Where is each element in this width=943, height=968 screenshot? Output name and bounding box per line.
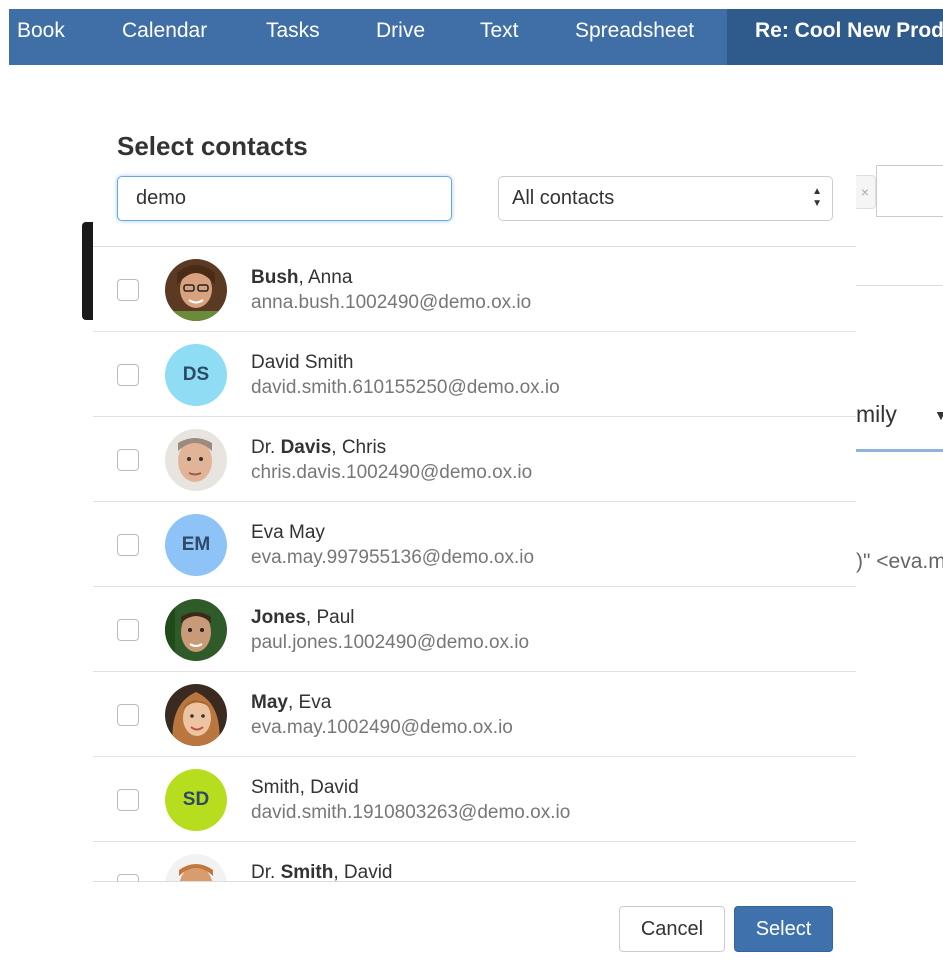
contact-email: david.smith.1910803263@demo.ox.io — [251, 802, 571, 823]
select-arrows-icon: ▲ ▼ — [812, 186, 822, 209]
avatar — [165, 684, 227, 746]
tab-drive[interactable]: Drive — [376, 9, 425, 65]
avatar — [165, 854, 227, 882]
select-contacts-dialog: Select contacts All contacts ▲▼ Bush, An… — [93, 65, 856, 968]
contact-name: Dr. Davis, Chris — [251, 437, 387, 458]
background-underline — [856, 449, 943, 452]
contact-checkbox[interactable] — [117, 449, 139, 471]
contact-email: eva.may.997955136@demo.ox.io — [251, 547, 535, 568]
contact-email: paul.jones.1002490@demo.ox.io — [251, 632, 530, 653]
cancel-button[interactable]: Cancel — [619, 906, 725, 952]
contact-checkbox[interactable] — [117, 789, 139, 811]
background-input-field — [876, 165, 943, 217]
contact-name: Dr. Smith, David — [251, 862, 393, 882]
avatar — [165, 599, 227, 661]
contact-row[interactable]: DS David Smith david.smith.610155250@dem… — [93, 332, 856, 417]
avatar: SD — [165, 769, 227, 831]
contact-email: eva.may.1002490@demo.ox.io — [251, 717, 513, 738]
contact-name: Smith, David — [251, 777, 359, 798]
app-top-bar: Book Calendar Tasks Drive Text Spreadshe… — [9, 9, 943, 65]
list-footer-divider — [93, 881, 856, 882]
tab-calendar[interactable]: Calendar — [122, 9, 207, 65]
contact-row[interactable]: EM Eva May eva.may.997955136@demo.ox.io — [93, 502, 856, 587]
tab-tasks[interactable]: Tasks — [266, 9, 320, 65]
background-divider — [856, 285, 943, 286]
avatar — [165, 429, 227, 491]
caret-down-icon: ▼ — [934, 407, 943, 423]
contact-name: Jones, Paul — [251, 607, 355, 628]
contact-row[interactable]: Bush, Anna anna.bush.1002490@demo.ox.io — [93, 247, 856, 332]
contact-checkbox[interactable] — [117, 619, 139, 641]
contact-row[interactable]: Dr. Smith, David — [93, 842, 856, 882]
contact-row[interactable]: May, Eva eva.may.1002490@demo.ox.io — [93, 672, 856, 757]
avatar: EM — [165, 514, 227, 576]
address-book-select[interactable]: All contacts ▲ ▼ — [498, 176, 833, 221]
contact-email: anna.bush.1002490@demo.ox.io — [251, 292, 532, 313]
background-email-fragment: )" <eva.m — [856, 550, 943, 573]
contact-name: Bush, Anna — [251, 267, 353, 288]
select-button[interactable]: Select — [734, 906, 833, 952]
contact-name: David Smith — [251, 352, 354, 373]
tab-spreadsheet[interactable]: Spreadsheet — [575, 9, 694, 65]
contact-email: chris.davis.1002490@demo.ox.io — [251, 462, 533, 483]
contact-checkbox[interactable] — [117, 279, 139, 301]
contact-checkbox[interactable] — [117, 364, 139, 386]
avatar: DS — [165, 344, 227, 406]
avatar — [165, 259, 227, 321]
contact-checkbox[interactable] — [117, 534, 139, 556]
tab-text[interactable]: Text — [480, 9, 519, 65]
contact-checkbox[interactable] — [117, 704, 139, 726]
address-book-select-value: All contacts — [512, 187, 615, 209]
tab-book[interactable]: Book — [17, 9, 65, 65]
background-select-text: mily — [856, 401, 897, 427]
tab-active-mail[interactable]: Re: Cool New Prod — [727, 9, 943, 65]
contact-row[interactable]: Dr. Davis, Chris chris.davis.1002490@dem… — [93, 417, 856, 502]
clear-icon: × — [856, 175, 876, 209]
contact-list[interactable]: Bush, Anna anna.bush.1002490@demo.ox.io … — [93, 246, 856, 882]
dialog-title: Select contacts — [117, 131, 308, 161]
contact-row[interactable]: Jones, Paul paul.jones.1002490@demo.ox.i… — [93, 587, 856, 672]
contact-name: May, Eva — [251, 692, 332, 713]
contact-email: david.smith.610155250@demo.ox.io — [251, 377, 560, 398]
search-input[interactable] — [117, 176, 452, 221]
contact-row[interactable]: SD Smith, David david.smith.1910803263@d… — [93, 757, 856, 842]
contact-name: Eva May — [251, 522, 325, 543]
background-compose-area: × mily ▼ )" <eva.m — [856, 65, 943, 968]
